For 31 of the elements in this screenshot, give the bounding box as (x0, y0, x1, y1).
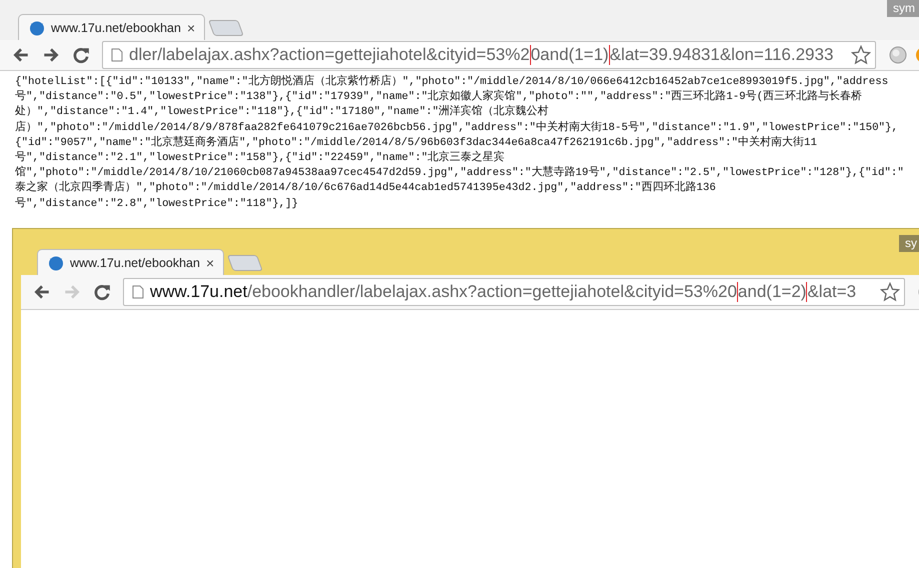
response-text: 泰之家（北京四季青店）","photo":"/middle/2014/8/10/6c676ad14d5e44cab1ed5741395e43d2.jpg","address":"西四环北路136 (15, 181, 717, 196)
back-icon[interactable] (12, 46, 30, 64)
response-text: {"hotelList":[{"id":"10133","name":"北方朗悦酒店（北京紫竹桥店）","photo":"/middle/2014/8/10/066e6412cb16452ab7ce1ce8993019f5.jpg","address (15, 75, 890, 90)
response-text: 店）","photo":"/middle/2014/8/9/878faa282fe641079c216ae7026bcb56.jpg","address":"中关村南大街18-5号","distance":"1.9","lowestPrice":"150"}, (15, 120, 899, 136)
page-icon (132, 285, 144, 299)
response-text: 馆","photo":"/middle/2014/8/10/21060cb087a94538aa97cec4547d2d59.jpg","address":"大慧寺路19号","distance":"2.5","lowestPrice":"128"},{"id":" (15, 166, 905, 180)
address-bar[interactable]: dler/labelajax.ashx?action=gettejiahotel&cityid=53%20and(1=1)&lat=39.94831&lon=116.2933 (102, 41, 876, 69)
response-text: 号","distance":"2.1","lowestPrice":"158"},{"id":"22459","name":"北京三泰之星宾 (15, 151, 506, 166)
close-tab-button[interactable]: × (186, 20, 196, 36)
response-text: 号","distance":"0.5","lowestPrice":"138"},{"id":"17939","name":"北京如徽人家宾馆","photo":"","address":"西三环北路1-9号(西三环北路与长春桥 (15, 90, 864, 104)
forward-icon[interactable] (42, 46, 60, 64)
address-bar[interactable]: www.17u.net/ebookhandler/labelajax.ashx?action=gettejiahotel&cityid=53%20and(1=2)&lat=3 (123, 278, 905, 306)
page-icon (111, 48, 123, 62)
star-icon[interactable] (880, 282, 900, 302)
browser-tab[interactable]: www.17u.net/ebookhan × (37, 249, 224, 275)
tab-title: www.17u.net/ebookhan (51, 20, 181, 34)
browser-tab[interactable]: www.17u.net/ebookhan × (18, 14, 205, 40)
response-text: 号","distance":"2.8","lowestPrice":"118"},]} (15, 196, 300, 212)
response-text: {"id":"9057","name":"北京慧廷商务酒店","photo":"/middle/2014/8/5/96b603f3dac344e6a8ca47f262191c6b.jpg","address":"中关村南大街11 (15, 136, 818, 150)
back-icon[interactable] (33, 283, 51, 301)
reload-icon[interactable] (93, 283, 111, 301)
tab-title: www.17u.net/ebookhan (70, 256, 200, 270)
response-text: 处）","distance":"1.4","lowestPrice":"118"},{"id":"17180","name":"洲洋宾馆（北京魏公村 (15, 105, 550, 120)
globe-icon[interactable] (888, 45, 908, 65)
site-logo-icon (48, 254, 64, 270)
user-badge: sy (899, 235, 919, 252)
reload-icon[interactable] (72, 46, 90, 64)
close-tab-button[interactable]: × (206, 254, 214, 270)
user-badge: sym (887, 0, 919, 17)
site-logo-icon (29, 20, 45, 36)
star-icon[interactable] (851, 45, 871, 65)
